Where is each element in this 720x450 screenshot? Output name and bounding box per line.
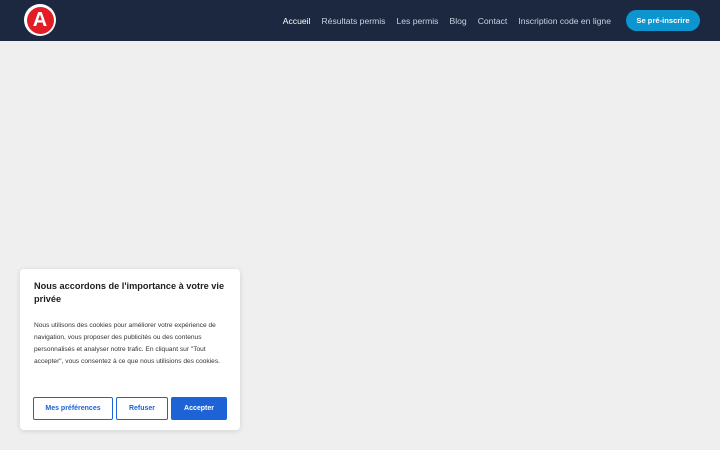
nav-item-resultats-permis[interactable]: Résultats permis (321, 16, 385, 26)
logo-letter: A (26, 6, 54, 34)
nav-item-inscription-code[interactable]: Inscription code en ligne (518, 16, 611, 26)
nav-item-blog[interactable]: Blog (449, 16, 466, 26)
pre-register-button[interactable]: Se pré-inscrire (626, 10, 700, 31)
accept-button[interactable]: Accepter (171, 397, 227, 420)
nav-item-accueil[interactable]: Accueil (283, 16, 311, 26)
refuse-button[interactable]: Refuser (116, 397, 168, 420)
main-nav: Accueil Résultats permis Les permis Blog… (272, 0, 611, 41)
cookie-banner-text: Nous utilisons des cookies pour améliore… (34, 322, 220, 365)
nav-item-les-permis[interactable]: Les permis (396, 16, 438, 26)
nav-item-contact[interactable]: Contact (478, 16, 508, 26)
cookie-banner-title: Nous accordons de l'importance à votre v… (34, 281, 225, 304)
cookie-banner: Nous accordons de l'importance à votre v… (20, 269, 240, 430)
site-header: A Accueil Résultats permis Les permis Bl… (0, 0, 720, 41)
site-logo[interactable]: A (24, 4, 56, 36)
preferences-button[interactable]: Mes préférences (33, 397, 113, 420)
